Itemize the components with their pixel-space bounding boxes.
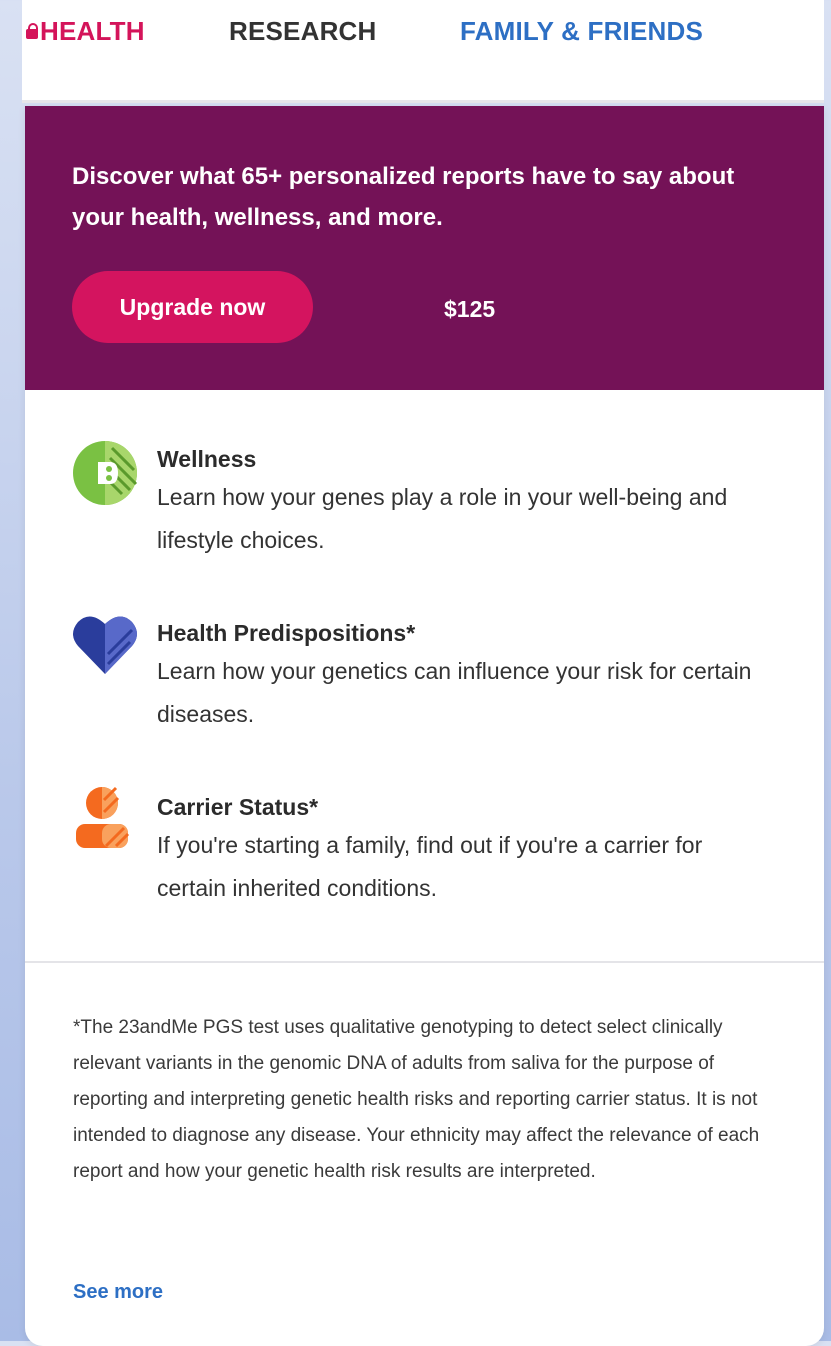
section-divider — [25, 961, 824, 963]
feature-description: If you're starting a family, find out if… — [157, 832, 703, 901]
tab-bar: HEALTH RESEARCH FAMILY & FRIENDS — [22, 0, 824, 100]
banner-headline: Discover what 65+ personalized reports h… — [72, 163, 735, 231]
tab-divider — [22, 100, 824, 103]
tab-research[interactable]: RESEARCH — [229, 16, 377, 47]
feature-title: Carrier Status* — [157, 794, 319, 820]
tab-family-friends[interactable]: FAMILY & FRIENDS — [460, 16, 703, 47]
upgrade-now-button[interactable]: Upgrade now — [72, 271, 313, 343]
heart-icon — [73, 616, 137, 674]
lock-icon — [26, 23, 38, 39]
tab-health-label: HEALTH — [40, 16, 145, 46]
feature-description: Learn how your genetics can influence yo… — [157, 658, 752, 727]
wellness-icon — [73, 441, 138, 505]
feature-title: Health Predispositions* — [157, 620, 416, 646]
person-icon — [76, 786, 130, 848]
feature-description: Learn how your genes play a role in your… — [157, 484, 728, 553]
tab-health[interactable]: HEALTH — [26, 16, 145, 47]
price-label: $125 — [444, 296, 496, 322]
see-more-link[interactable]: See more — [73, 1281, 163, 1304]
upgrade-card: Discover what 65+ personalized reports h… — [25, 106, 824, 1346]
feature-title: Wellness — [157, 446, 257, 472]
disclaimer-text: *The 23andMe PGS test uses qualitative g… — [73, 1017, 760, 1182]
upgrade-banner: Discover what 65+ personalized reports h… — [25, 106, 824, 390]
